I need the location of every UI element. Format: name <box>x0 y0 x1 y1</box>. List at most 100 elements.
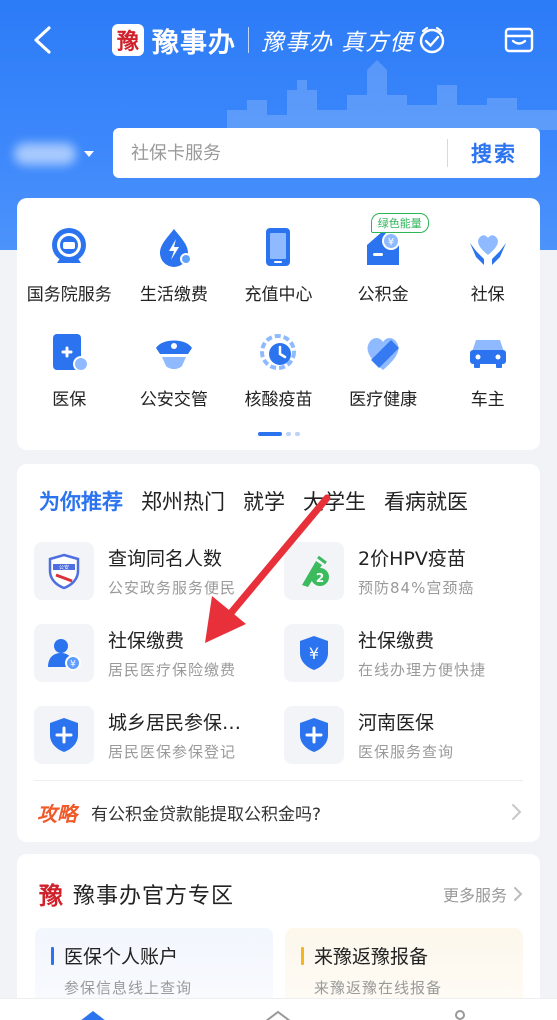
recommend-title: 河南医保 <box>358 712 435 734</box>
brand-logo: 豫 <box>112 24 144 56</box>
service-housing-fund[interactable]: 绿色能量 ¥ 公积金 <box>331 213 436 305</box>
guide-tag: 攻略 <box>37 801 77 826</box>
chevron-right-icon <box>514 886 523 901</box>
recommend-subtitle: 预防84%宫颈癌 <box>358 579 475 597</box>
recommend-item-social-payment-online[interactable]: ¥ 社保缴费 在线办理方便快捷 <box>284 624 524 682</box>
recommend-subtitle: 居民医保参保登记 <box>108 743 237 761</box>
hpv-vaccine-icon: 2 <box>302 555 329 587</box>
recommend-title: 城乡居民参保… <box>108 712 242 734</box>
svg-text:¥: ¥ <box>70 660 76 670</box>
more-services-label: 更多服务 <box>442 885 507 905</box>
recommend-item-resident-insurance[interactable]: 城乡居民参保… 居民医保参保登记 <box>34 706 284 764</box>
recommend-title: 2价HPV疫苗 <box>358 548 466 570</box>
state-council-icon <box>52 228 87 263</box>
accent-bar <box>51 946 54 965</box>
service-car-owner[interactable]: 车主 <box>435 329 540 410</box>
card-wallet-button[interactable] <box>499 20 539 60</box>
service-label: 社保 <box>470 285 505 305</box>
recommend-tabs: 为你推荐 郑州热门 就学 大学生 看病就医 <box>39 486 468 516</box>
service-state-council[interactable]: 国务院服务 <box>17 224 122 305</box>
service-health[interactable]: 医疗健康 <box>331 329 436 410</box>
plus-shield-icon <box>50 718 78 752</box>
car-icon <box>469 340 506 368</box>
divider <box>34 780 523 781</box>
recommend-item-social-payment[interactable]: ¥ 社保缴费 居民医疗保险缴费 <box>34 624 284 682</box>
guide-row[interactable]: 攻略 有公积金贷款能提取公积金吗? <box>37 796 523 828</box>
service-nav-icon[interactable] <box>263 1009 293 1020</box>
official-card-subtitle: 来豫返豫在线报备 <box>314 979 443 997</box>
service-label: 生活缴费 <box>139 285 208 305</box>
recommend-title: 查询同名人数 <box>108 548 223 570</box>
phone-recharge-icon <box>266 228 291 266</box>
official-card-subtitle: 参保信息线上查询 <box>64 979 193 997</box>
location-selector[interactable] <box>14 130 106 178</box>
page-indicator <box>17 432 540 436</box>
tab-school[interactable]: 就学 <box>243 486 285 516</box>
profile-nav-icon[interactable] <box>450 1009 470 1020</box>
services-grid: 国务院服务 生活缴费 充值中心 绿色能量 ¥ 公积金 社保 医保 公安交管 核酸… <box>17 213 540 410</box>
recommend-item-hpv[interactable]: 2 2价HPV疫苗 预防84%宫颈癌 <box>284 542 524 600</box>
service-label: 核酸疫苗 <box>244 390 313 410</box>
recommend-grid: 公安 查询同名人数 公安政务服务便民 2 2价HPV疫苗 预防84%宫颈癌 ¥ … <box>34 542 524 764</box>
chevron-right-icon <box>512 804 522 820</box>
service-utility-payment[interactable]: 生活缴费 <box>122 224 227 305</box>
official-zone-header: 豫 豫事办官方专区 更多服务 <box>39 876 523 911</box>
tab-college[interactable]: 大学生 <box>303 486 366 516</box>
service-label: 公安交管 <box>139 390 208 410</box>
service-medical-insurance[interactable]: 医保 <box>17 329 122 410</box>
accent-bar <box>301 946 304 965</box>
nucleic-test-icon <box>260 334 297 370</box>
svg-text:¥: ¥ <box>309 644 319 663</box>
recommend-item-same-name[interactable]: 公安 查询同名人数 公安政务服务便民 <box>34 542 284 600</box>
recommend-item-henan-medical[interactable]: 河南医保 医保服务查询 <box>284 706 524 764</box>
plus-shield-icon <box>300 718 328 752</box>
service-label: 国务院服务 <box>26 285 112 305</box>
home-nav-icon[interactable] <box>78 1009 108 1020</box>
more-services-link[interactable]: 更多服务 <box>443 882 523 906</box>
yuan-shield-icon: ¥ <box>300 636 328 670</box>
tab-zhengzhou-hot[interactable]: 郑州热门 <box>141 486 225 516</box>
health-heart-icon <box>367 338 400 370</box>
utility-payment-icon <box>159 229 192 267</box>
official-card-title: 医保个人账户 <box>64 946 179 968</box>
social-security-icon <box>469 235 506 265</box>
service-label: 医疗健康 <box>349 390 418 410</box>
official-logo: 豫 <box>39 881 63 910</box>
service-label: 医保 <box>52 390 87 410</box>
service-social-security[interactable]: 社保 <box>435 224 540 305</box>
city-skyline-decoration <box>227 60 557 130</box>
official-card-title: 来豫返豫报备 <box>314 946 429 968</box>
tab-for-you[interactable]: 为你推荐 <box>39 486 123 516</box>
guide-text: 有公积金贷款能提取公积金吗? <box>91 804 322 825</box>
brand-separator <box>248 27 249 53</box>
brand: 豫 豫事办 豫事办 真方便 <box>112 18 447 62</box>
official-zone-card: 豫 豫事办官方专区 更多服务 医保个人账户 参保信息线上查询 来豫返豫报备 来豫… <box>17 854 540 1020</box>
service-nucleic-vaccine[interactable]: 核酸疫苗 <box>226 329 331 410</box>
recommend-subtitle: 公安政务服务便民 <box>108 579 237 597</box>
svg-text:2: 2 <box>316 571 324 585</box>
location-name-blurred <box>14 143 76 165</box>
service-police-traffic[interactable]: 公安交管 <box>122 329 227 410</box>
green-energy-badge: 绿色能量 <box>370 213 429 233</box>
back-button[interactable] <box>22 20 62 60</box>
recommend-subtitle: 医保服务查询 <box>358 743 455 761</box>
brand-name: 豫事办 <box>152 27 236 59</box>
chevron-left-icon <box>34 26 51 54</box>
service-recharge[interactable]: 充值中心 <box>226 224 331 305</box>
tab-medical[interactable]: 看病就医 <box>384 486 468 516</box>
police-badge-icon: 公安 <box>48 553 80 590</box>
page-dot <box>294 432 300 436</box>
recommend-subtitle: 居民医疗保险缴费 <box>108 661 237 679</box>
recommend-title: 社保缴费 <box>108 630 185 652</box>
recommend-title: 社保缴费 <box>358 630 435 652</box>
service-label: 公积金 <box>357 285 409 305</box>
search-button[interactable]: 搜索 <box>448 128 540 178</box>
recommend-subtitle: 在线办理方便快捷 <box>358 661 487 679</box>
page-dot-active <box>257 432 282 436</box>
police-cap-icon <box>155 340 192 369</box>
search-bar: 搜索 <box>113 128 540 178</box>
recommend-card: 为你推荐 郑州热门 就学 大学生 看病就医 公安 查询同名人数 公安政务服务便民 <box>17 464 540 842</box>
brand-slogan: 豫事办 真方便 <box>261 30 414 56</box>
wallet-icon <box>504 27 534 53</box>
search-input[interactable] <box>113 142 447 164</box>
